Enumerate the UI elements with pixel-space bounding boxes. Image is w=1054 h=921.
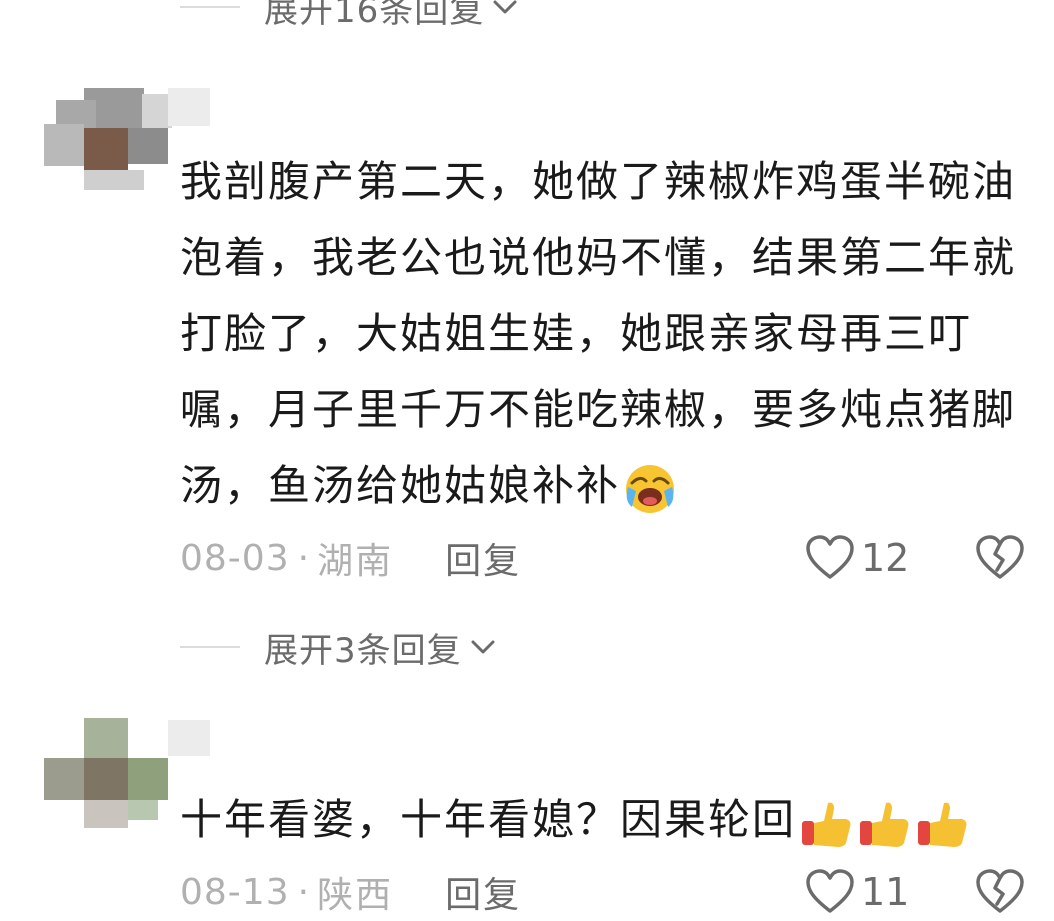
comment-date: 08-13	[180, 871, 290, 913]
chevron-down-icon	[471, 640, 495, 654]
separator-dot: ·	[297, 537, 310, 579]
expand-replies-label[interactable]: 展开3条回复	[264, 623, 462, 672]
reply-button[interactable]: 回复	[445, 866, 521, 918]
expand-replies-row[interactable]: 展开3条回复	[180, 622, 498, 672]
expand-replies-label[interactable]: 展开16条回复	[264, 0, 484, 32]
comment-meta: 08-13 · 陕西 回复 11	[180, 864, 1030, 920]
like-button[interactable]: 12	[805, 534, 909, 582]
avatar[interactable]	[44, 84, 174, 194]
username-placeholder[interactable]	[168, 88, 210, 126]
comment-text: 十年看婆，十年看媳？因果轮回	[180, 782, 1040, 858]
thumbs-up-icon	[802, 802, 967, 847]
comment-location: 湖南	[317, 541, 394, 582]
chevron-down-icon	[493, 0, 517, 14]
comment-text: 我剖腹产第二天，她做了辣椒炸鸡蛋半碗油泡着，我老公也说他妈不懂，结果第二年就打脸…	[180, 144, 1040, 524]
comment-text-content: 十年看婆，十年看媳？因果轮回	[180, 795, 797, 844]
comment-date: 08-03	[180, 537, 290, 579]
divider-line	[180, 646, 240, 648]
avatar[interactable]	[44, 718, 174, 828]
reply-button[interactable]: 回复	[445, 532, 521, 584]
heart-icon	[806, 535, 854, 579]
broken-heart-icon[interactable]	[975, 534, 1025, 582]
expand-replies-row-top[interactable]: 展开16条回复	[180, 0, 520, 32]
comment-feed: 展开16条回复 我剖腹产第二天，她做了辣椒炸鸡蛋半碗油泡着，我老公也说他妈不懂，…	[0, 0, 1054, 921]
heart-icon	[806, 869, 854, 913]
separator-dot: ·	[297, 871, 310, 913]
comment-text-content: 我剖腹产第二天，她做了辣椒炸鸡蛋半碗油泡着，我老公也说他妈不懂，结果第二年就打脸…	[180, 157, 1017, 510]
broken-heart-icon[interactable]	[975, 868, 1025, 916]
username-placeholder[interactable]	[168, 720, 210, 756]
divider-line	[180, 6, 240, 8]
loudly-crying-face-icon	[626, 464, 675, 513]
comment-location: 陕西	[317, 875, 394, 916]
like-count: 12	[861, 536, 910, 580]
like-count: 11	[861, 870, 910, 914]
comment-meta: 08-03 · 湖南 回复 12	[180, 530, 1030, 586]
like-button[interactable]: 11	[805, 868, 909, 916]
